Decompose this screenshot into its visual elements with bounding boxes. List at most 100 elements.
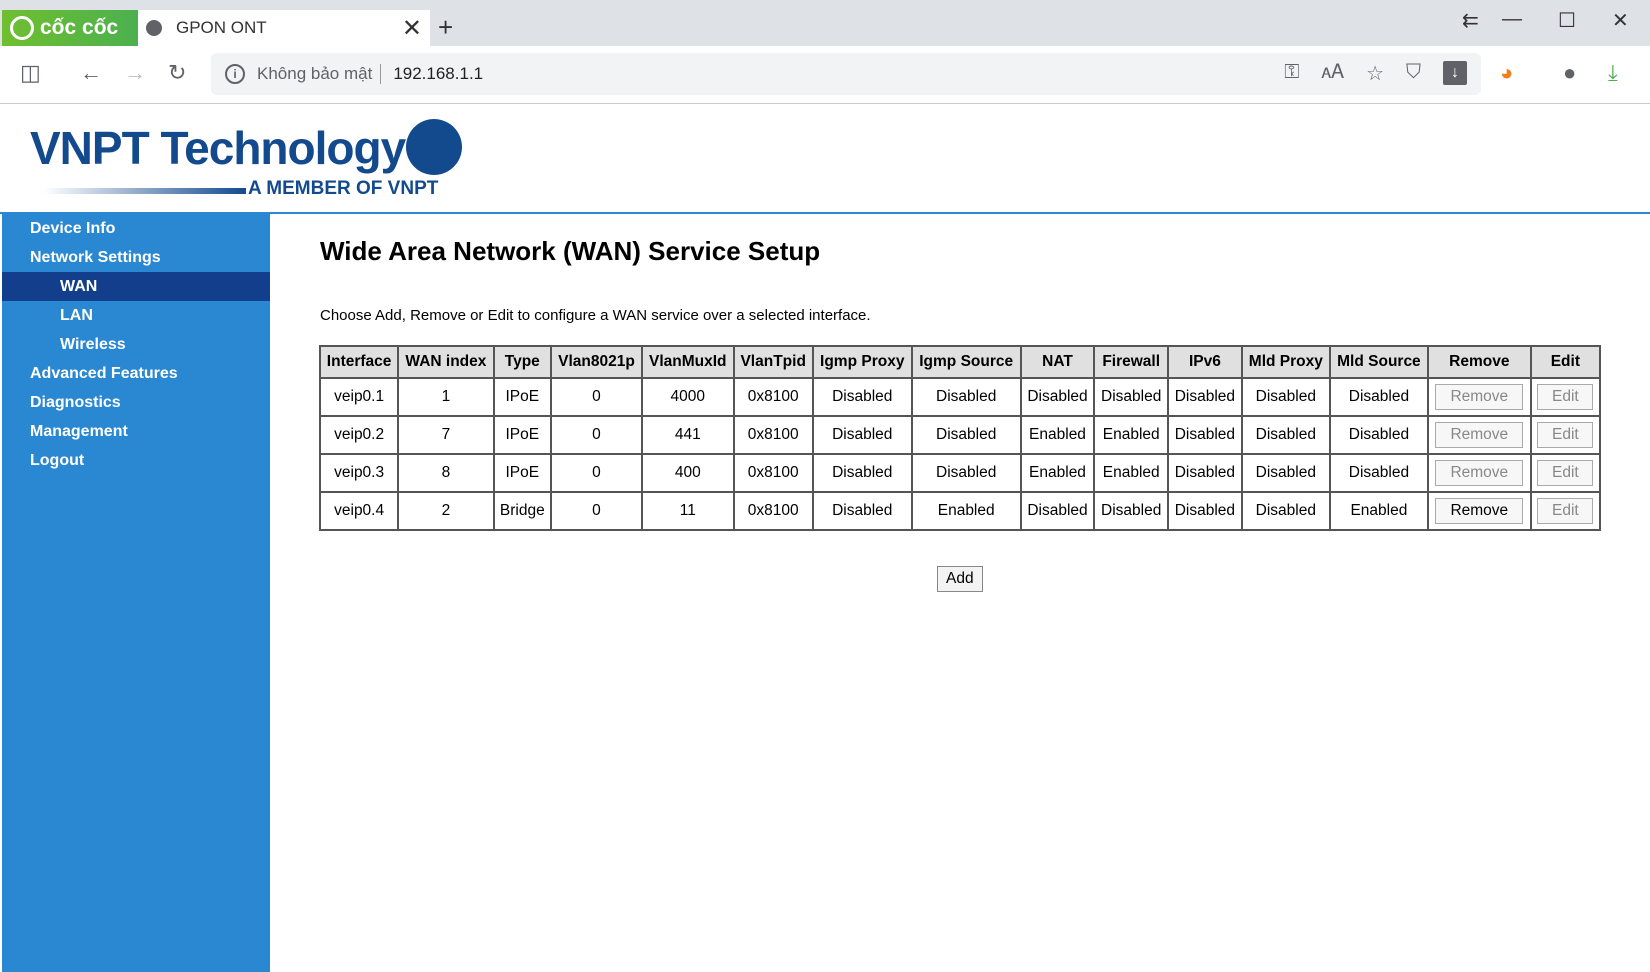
table-cell: veip0.2 (318, 415, 400, 455)
table-cell: Enabled (910, 491, 1022, 531)
new-tab-button[interactable]: + (438, 12, 453, 43)
table-cell: 0x8100 (732, 491, 814, 531)
table-cell: 0x8100 (732, 415, 814, 455)
table-cell: 0x8100 (732, 453, 814, 493)
sidebar-item-wan[interactable]: WAN (2, 272, 270, 301)
table-cell: 8 (397, 453, 495, 493)
edit-button[interactable]: Edit (1537, 498, 1594, 524)
table-cell: 0x8100 (732, 377, 814, 417)
table-cell: veip0.1 (318, 377, 400, 417)
remove-button[interactable]: Remove (1435, 460, 1524, 486)
table-cell: Disabled (910, 453, 1022, 493)
table-cell: Disabled (1240, 453, 1331, 493)
table-cell: IPoE (492, 415, 553, 455)
table-cell: Disabled (1167, 377, 1243, 417)
table-cell: Enabled (1093, 453, 1170, 493)
sidebar-item-advanced-features[interactable]: Advanced Features (2, 359, 270, 388)
table-cell: veip0.4 (318, 491, 400, 531)
table-cell: 0 (550, 453, 643, 493)
table-row: veip0.1 1 IPoE 0 4000 0x8100 Disabled Disabled D… (318, 377, 1602, 417)
table-cell: Disabled (1167, 491, 1243, 531)
tab-bar: cốc cốc GPON ONT ✕ + ⇇ — ☐ ✕ (0, 0, 1650, 46)
profile-icon[interactable]: ● (1563, 60, 1576, 86)
maximize-button[interactable]: ☐ (1558, 8, 1576, 33)
remove-button[interactable]: Remove (1435, 498, 1524, 524)
table-cell: 0 (550, 491, 643, 531)
close-tab-icon[interactable]: ✕ (402, 14, 422, 43)
table-cell: Enabled (1328, 491, 1429, 531)
reload-icon[interactable]: ↻ (168, 60, 186, 86)
table-cell: Enabled (1019, 453, 1096, 493)
table-cell: IPoE (492, 453, 553, 493)
edit-button[interactable]: Edit (1537, 422, 1594, 448)
table-cell: 441 (640, 415, 735, 455)
info-icon[interactable]: i (225, 64, 245, 84)
security-label: Không bảo mật (257, 64, 382, 84)
tab-search-icon[interactable]: ⇇ (1462, 8, 1479, 33)
coccoc-menu-button[interactable]: cốc cốc (2, 10, 138, 46)
remove-cell: Remove (1426, 377, 1532, 417)
table-header-row: Interface WAN index Type Vlan8021p VlanMuxId… (318, 345, 1602, 379)
edit-cell: Edit (1529, 415, 1602, 455)
download-video-icon[interactable]: ↓ (1443, 61, 1467, 85)
column-header: Firewall (1093, 345, 1170, 379)
table-cell: Disabled (1240, 415, 1331, 455)
table-cell: 0 (550, 415, 643, 455)
column-header: Mld Source (1328, 345, 1429, 379)
sidebar-item-management[interactable]: Management (2, 417, 270, 446)
sidebar-item-logout[interactable]: Logout (2, 446, 270, 475)
table-cell: 4000 (640, 377, 735, 417)
sidebar-item-network-settings[interactable]: Network Settings (2, 243, 270, 272)
edit-cell: Edit (1529, 453, 1602, 493)
column-header: Interface (318, 345, 400, 379)
logo-bar (44, 188, 246, 194)
back-icon[interactable]: ← (80, 60, 102, 86)
add-button[interactable]: Add (937, 566, 983, 592)
minimize-button[interactable]: — (1502, 8, 1522, 31)
remove-button[interactable]: Remove (1435, 384, 1524, 410)
table-cell: Disabled (910, 377, 1022, 417)
tab-title: GPON ONT (176, 18, 267, 37)
table-cell: 400 (640, 453, 735, 493)
table-cell: Enabled (1019, 415, 1096, 455)
table-row: veip0.4 2 Bridge 0 11 0x8100 Disabled Enabled Di… (318, 491, 1602, 531)
remove-button[interactable]: Remove (1435, 422, 1524, 448)
key-icon[interactable]: ⚿ (1284, 61, 1299, 86)
star-icon[interactable]: ☆ (1366, 61, 1384, 86)
forward-icon[interactable]: → (124, 60, 146, 86)
address-bar[interactable]: i Không bảo mật 192.168.1.1 ⚿ 🗚 ☆ ⛉ ↓ (211, 53, 1481, 95)
table-cell: Disabled (1240, 377, 1331, 417)
remove-cell: Remove (1426, 453, 1532, 493)
toolbar: ◫ ← → ↻ i Không bảo mật 192.168.1.1 ⚿ 🗚 … (0, 46, 1650, 104)
translate-icon[interactable]: 🗚 (1321, 61, 1344, 86)
column-header: Type (492, 345, 553, 379)
main-content: Wide Area Network (WAN) Service Setup Ch… (320, 230, 871, 324)
extension-icon[interactable]: ◕ (1500, 60, 1513, 86)
sidebar-item-lan[interactable]: LAN (2, 301, 270, 330)
sidebar-item-diagnostics[interactable]: Diagnostics (2, 388, 270, 417)
sidebar-item-device-info[interactable]: Device Info (2, 214, 270, 243)
edit-cell: Edit (1529, 377, 1602, 417)
table-row: veip0.3 8 IPoE 0 400 0x8100 Disabled Disabled En… (318, 453, 1602, 493)
remove-cell: Remove (1426, 415, 1532, 455)
table-cell: Disabled (811, 491, 913, 531)
vnpt-globe-icon (395, 108, 473, 186)
globe-icon (146, 20, 162, 36)
edit-button[interactable]: Edit (1537, 384, 1594, 410)
column-header: Edit (1529, 345, 1602, 379)
close-window-button[interactable]: ✕ (1612, 8, 1629, 33)
table-cell: 0 (550, 377, 643, 417)
sidebar-item-wireless[interactable]: Wireless (2, 330, 270, 359)
table-cell: Disabled (811, 453, 913, 493)
logo-text: VNPT Technology (30, 122, 406, 174)
coccoc-logo-icon (10, 16, 34, 40)
tab-gpon-ont[interactable]: GPON ONT ✕ (138, 10, 430, 46)
downloads-icon[interactable]: ⤓ (1608, 60, 1618, 86)
table-cell: 7 (397, 415, 495, 455)
sidebar-toggle-icon[interactable]: ◫ (20, 60, 41, 86)
table-cell: Disabled (1240, 491, 1331, 531)
table-cell: Disabled (1328, 415, 1429, 455)
url-input[interactable]: 192.168.1.1 (381, 64, 483, 84)
shield-icon[interactable]: ⛉ (1406, 61, 1421, 86)
edit-button[interactable]: Edit (1537, 460, 1594, 486)
